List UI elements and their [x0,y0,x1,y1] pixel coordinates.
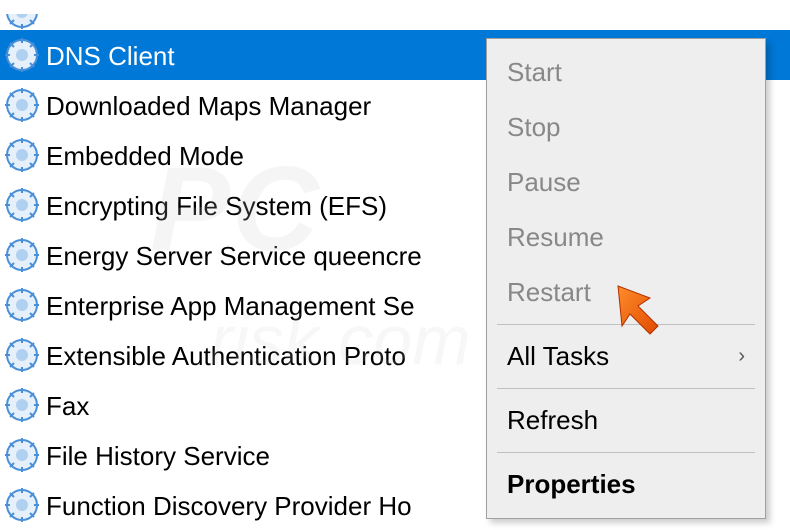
gear-icon [4,14,40,30]
menu-refresh[interactable]: Refresh [489,393,763,448]
gear-icon [4,437,40,473]
gear-icon [4,137,40,173]
service-name: Embedded Mode [46,139,244,172]
gear-icon [4,337,40,373]
service-row-partial [0,14,790,30]
service-name: DNS Client [46,39,175,72]
menu-label: Resume [507,222,604,253]
gear-icon [4,387,40,423]
gear-icon [4,487,40,523]
menu-properties[interactable]: Properties [489,457,763,512]
gear-icon [4,237,40,273]
menu-separator [497,388,755,389]
service-name: Function Discovery Provider Ho [46,489,412,522]
menu-label: Restart [507,277,591,308]
service-name: Fax [46,389,89,422]
menu-separator [497,324,755,325]
service-name: Extensible Authentication Proto [46,339,406,372]
gear-icon [4,287,40,323]
menu-stop[interactable]: Stop [489,100,763,155]
menu-label: Stop [507,112,561,143]
context-menu: Start Stop Pause Resume Restart All Task… [486,38,766,519]
menu-start[interactable]: Start [489,45,763,100]
menu-label: Refresh [507,405,598,436]
service-name: Encrypting File System (EFS) [46,189,387,222]
service-name: File History Service [46,439,270,472]
service-name: Energy Server Service queencre [46,239,422,272]
menu-restart[interactable]: Restart [489,265,763,320]
service-name: Downloaded Maps Manager [46,89,371,122]
service-name: Enterprise App Management Se [46,289,415,322]
gear-icon [4,187,40,223]
menu-all-tasks[interactable]: All Tasks › [489,329,763,384]
gear-icon [4,87,40,123]
menu-pause[interactable]: Pause [489,155,763,210]
menu-resume[interactable]: Resume [489,210,763,265]
chevron-right-icon: › [738,345,745,368]
menu-separator [497,452,755,453]
menu-label: Properties [507,469,636,500]
menu-label: Pause [507,167,581,198]
gear-icon [4,37,40,73]
menu-label: Start [507,57,562,88]
menu-label: All Tasks [507,341,609,372]
